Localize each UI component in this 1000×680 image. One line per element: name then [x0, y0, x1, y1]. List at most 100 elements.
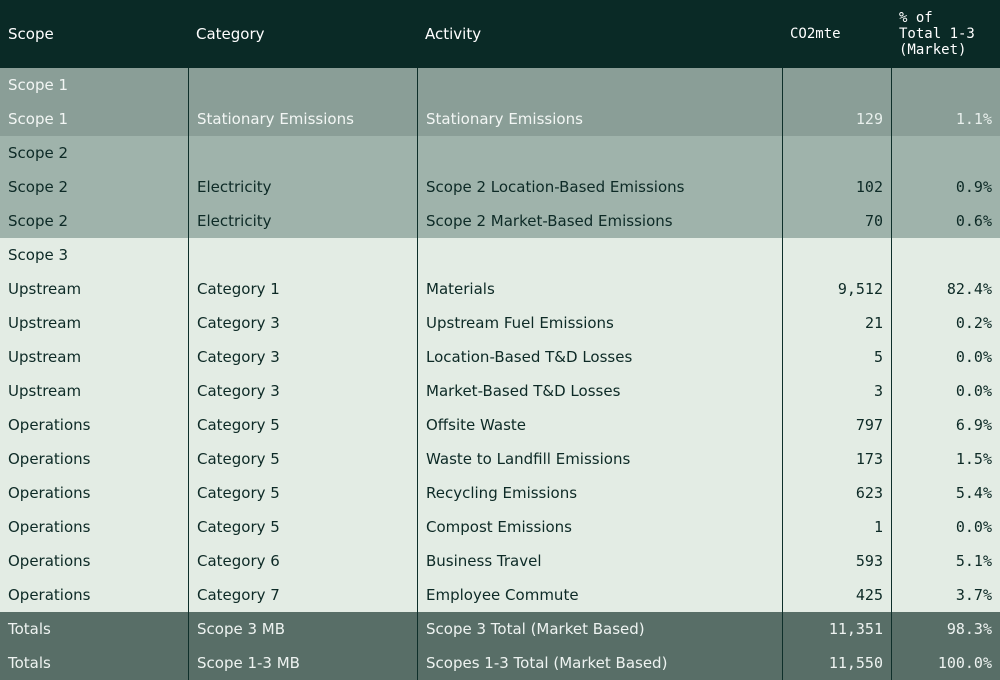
scope-cell: Totals [8, 654, 51, 672]
activity-cell [417, 68, 782, 102]
co2mte-cell: 129 [782, 102, 891, 136]
category-cell: Category 5 [188, 442, 417, 476]
category-cell: Category 3 [188, 374, 417, 408]
scope-cell: Operations [8, 586, 91, 604]
scope-cell: Operations [8, 484, 91, 502]
percent-cell: 0.0% [891, 340, 1000, 374]
emissions-table: Scope Category Activity CO2mte % of Tota… [0, 0, 1000, 680]
table-row: Operations Category 5 Recycling Emissions 6… [0, 476, 1000, 510]
co2mte-cell: 70 [782, 204, 891, 238]
activity-cell: Business Travel [417, 544, 782, 578]
scope-cell: Upstream [8, 280, 82, 298]
category-cell: Category 5 [188, 408, 417, 442]
activity-cell: Materials [417, 272, 782, 306]
percent-cell: 5.4% [891, 476, 1000, 510]
scope-cell: Operations [8, 416, 91, 434]
activity-cell: Compost Emissions [417, 510, 782, 544]
co2mte-cell: 21 [782, 306, 891, 340]
percent-cell: 0.9% [891, 170, 1000, 204]
percent-cell: 1.5% [891, 442, 1000, 476]
co2mte-cell: 425 [782, 578, 891, 612]
category-cell: Stationary Emissions [188, 102, 417, 136]
category-cell: Category 7 [188, 578, 417, 612]
activity-cell: Waste to Landfill Emissions [417, 442, 782, 476]
percent-cell: 82.4% [891, 272, 1000, 306]
scope-cell: Operations [8, 552, 91, 570]
activity-cell: Stationary Emissions [417, 102, 782, 136]
table-row: Operations Category 5 Compost Emissions 1 0.… [0, 510, 1000, 544]
header-percent-total: % of Total 1-3 (Market) [899, 10, 975, 58]
percent-cell: 98.3% [891, 612, 1000, 646]
percent-cell: 3.7% [891, 578, 1000, 612]
percent-cell: 0.0% [891, 510, 1000, 544]
category-cell: Category 5 [188, 510, 417, 544]
header-co2mte: CO2mte [790, 26, 841, 42]
co2mte-cell: 593 [782, 544, 891, 578]
header-activity: Activity [425, 25, 482, 43]
activity-cell [417, 136, 782, 170]
category-cell: Electricity [188, 204, 417, 238]
category-cell: Category 3 [188, 340, 417, 374]
category-cell: Category 5 [188, 476, 417, 510]
co2mte-cell: 5 [782, 340, 891, 374]
scope-cell: Operations [8, 518, 91, 536]
table-row: Operations Category 5 Offsite Waste 797 6.9% [0, 408, 1000, 442]
co2mte-cell [782, 238, 891, 272]
co2mte-cell: 623 [782, 476, 891, 510]
co2mte-cell: 3 [782, 374, 891, 408]
activity-cell: Upstream Fuel Emissions [417, 306, 782, 340]
scope-cell: Scope 1 [8, 76, 69, 94]
table-row: Operations Category 5 Waste to Landfill Em… [0, 442, 1000, 476]
category-cell: Electricity [188, 170, 417, 204]
category-cell: Category 6 [188, 544, 417, 578]
header-scope: Scope [8, 25, 54, 43]
scope-cell: Scope 2 [8, 212, 69, 230]
activity-cell: Scope 3 Total (Market Based) [417, 612, 782, 646]
table-row: Totals Scope 1-3 MB Scopes 1-3 Total (Mark… [0, 646, 1000, 680]
header-category: Category [196, 25, 265, 43]
co2mte-cell [782, 68, 891, 102]
scope-cell: Upstream [8, 348, 82, 366]
scope-cell: Totals [8, 620, 51, 638]
scope-cell: Upstream [8, 382, 82, 400]
activity-cell: Employee Commute [417, 578, 782, 612]
co2mte-cell [782, 136, 891, 170]
percent-cell: 0.0% [891, 374, 1000, 408]
percent-cell: 0.2% [891, 306, 1000, 340]
table-row: Scope 2 [0, 136, 1000, 170]
table-header: Scope Category Activity CO2mte % of Tota… [0, 0, 1000, 68]
category-cell: Category 1 [188, 272, 417, 306]
co2mte-cell: 797 [782, 408, 891, 442]
co2mte-cell: 11,550 [782, 646, 891, 680]
percent-cell: 5.1% [891, 544, 1000, 578]
percent-cell [891, 136, 1000, 170]
table-row: Totals Scope 3 MB Scope 3 Total (Market Ba… [0, 612, 1000, 646]
activity-cell: Market-Based T&D Losses [417, 374, 782, 408]
activity-cell [417, 238, 782, 272]
activity-cell: Offsite Waste [417, 408, 782, 442]
scope-cell: Scope 2 [8, 144, 69, 162]
category-cell [188, 238, 417, 272]
percent-cell: 6.9% [891, 408, 1000, 442]
table-body: Scope 1 Scope 1 Stationary Emissions Statio… [0, 68, 1000, 680]
table-row: Scope 1 [0, 68, 1000, 102]
table-row: Upstream Category 3 Upstream Fuel Emission… [0, 306, 1000, 340]
percent-cell [891, 68, 1000, 102]
co2mte-cell: 9,512 [782, 272, 891, 306]
table-row: Scope 2 Electricity Scope 2 Location-Based… [0, 170, 1000, 204]
scope-cell: Operations [8, 450, 91, 468]
category-cell: Scope 1-3 MB [188, 646, 417, 680]
percent-cell [891, 238, 1000, 272]
percent-cell: 1.1% [891, 102, 1000, 136]
co2mte-cell: 102 [782, 170, 891, 204]
scope-cell: Scope 1 [8, 110, 69, 128]
scope-cell: Upstream [8, 314, 82, 332]
scope-cell: Scope 3 [8, 246, 69, 264]
category-cell [188, 136, 417, 170]
percent-cell: 0.6% [891, 204, 1000, 238]
category-cell [188, 68, 417, 102]
table-row: Operations Category 6 Business Travel 593 5.… [0, 544, 1000, 578]
table-row: Operations Category 7 Employee Commute 425 3… [0, 578, 1000, 612]
activity-cell: Recycling Emissions [417, 476, 782, 510]
category-cell: Scope 3 MB [188, 612, 417, 646]
